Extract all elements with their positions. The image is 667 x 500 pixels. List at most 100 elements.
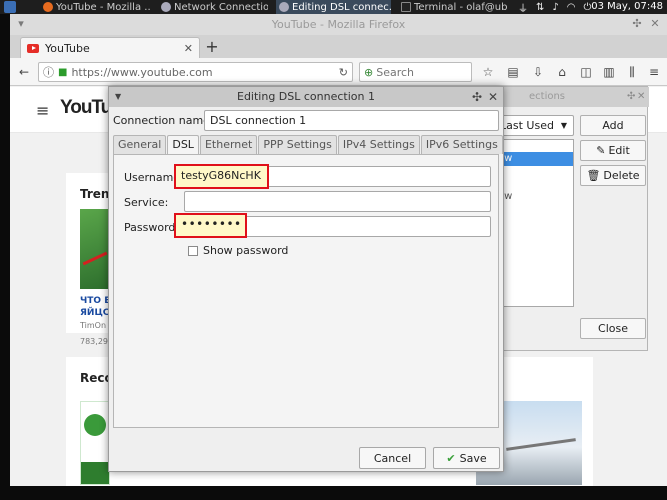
checkmark-icon: ✔ — [446, 451, 456, 465]
connection-list[interactable]: ow ow — [497, 139, 574, 307]
view-count: 783,29 — [80, 337, 108, 346]
lock-icon: ■ — [58, 66, 68, 78]
maximize-icon[interactable]: ✣ — [627, 87, 635, 107]
chevron-down-icon: ▼ — [560, 121, 567, 130]
clock: 03 May, 07:48 — [591, 1, 663, 12]
close-icon[interactable]: ✕ — [487, 87, 499, 107]
sort-value: Last Used — [500, 119, 554, 132]
new-tab-icon[interactable]: + — [202, 37, 222, 57]
pocket-icon[interactable]: ◫ — [578, 64, 594, 80]
window-title: YouTube - Mozilla Firefox — [271, 18, 406, 31]
settings-tabs: General DSL Ethernet PPP Settings IPv4 S… — [113, 135, 504, 155]
delete-button[interactable]: 🗑 Delete — [580, 165, 646, 186]
tab-ppp-settings[interactable]: PPP Settings — [258, 135, 337, 154]
list-item[interactable]: ow — [498, 190, 573, 204]
download-icon[interactable]: ⇩ — [530, 64, 546, 80]
url-bar[interactable]: ⓘ ■ https://www.youtube.com ↻ — [38, 62, 353, 82]
channel-name[interactable]: TimOn — [80, 321, 106, 330]
task-label: Terminal - olaf@ub... — [414, 1, 508, 13]
close-icon[interactable]: ✕ — [648, 17, 662, 31]
terminal-icon — [401, 2, 411, 12]
tab-close-icon[interactable]: ✕ — [184, 42, 193, 55]
task-youtube-firefox[interactable]: YouTube - Mozilla ... — [40, 0, 150, 14]
edit-button[interactable]: ✎ Edit — [580, 140, 646, 161]
list-item[interactable]: ow — [498, 152, 573, 166]
video-thumbnail[interactable] — [80, 209, 110, 289]
edit-connection-dialog: ▼ Editing DSL connection 1 ✣ ✕ Connectio… — [108, 86, 504, 472]
task-network-connections[interactable]: Network Connectio... — [158, 0, 268, 14]
network-icon — [279, 2, 289, 12]
sort-select[interactable]: Last Used ▼ — [497, 115, 574, 136]
hamburger-menu-icon[interactable]: ≡ — [36, 101, 49, 120]
library-icon[interactable]: ⫼ — [624, 64, 640, 80]
window-title: ections — [529, 91, 566, 102]
pencil-icon: ✎ — [596, 144, 606, 157]
bookmark-star-icon[interactable]: ☆ — [480, 64, 496, 80]
username-highlight: testyG86NcHK — [174, 164, 269, 189]
tab-ipv6-settings[interactable]: IPv6 Settings — [420, 135, 503, 154]
service-field[interactable] — [184, 191, 491, 212]
network-connections-titlebar: ections ✣ ✕ — [499, 87, 649, 107]
search-bar[interactable]: ⊕ — [359, 62, 472, 82]
show-password-label: Show password — [203, 244, 289, 257]
dialog-title: Editing DSL connection 1 — [237, 90, 375, 103]
password-label: Password: — [124, 221, 180, 234]
info-icon[interactable]: ⓘ — [43, 64, 54, 80]
firefox-icon — [43, 2, 53, 12]
menu-icon[interactable]: ≡ — [646, 64, 662, 80]
add-button[interactable]: Add — [580, 115, 646, 136]
network-connections-window: ections ✣ ✕ Last Used ▼ ow ow Add ✎ Edit… — [497, 86, 649, 351]
dialog-titlebar: ▼ Editing DSL connection 1 ✣ ✕ — [109, 87, 503, 107]
firefox-titlebar: YouTube - Mozilla Firefox ▾ ✣ ✕ — [10, 14, 667, 35]
search-input[interactable] — [376, 65, 457, 79]
wifi-icon[interactable]: ◠ — [567, 2, 576, 13]
task-terminal[interactable]: Terminal - olaf@ub... — [398, 0, 508, 14]
maximize-icon[interactable]: ✣ — [630, 17, 644, 31]
reload-icon[interactable]: ↻ — [339, 66, 348, 79]
reading-list-icon[interactable]: ▤ — [505, 64, 521, 80]
maximize-icon[interactable]: ✣ — [471, 87, 483, 107]
password-value: •••••••• — [181, 217, 242, 231]
url-text: https://www.youtube.com — [71, 65, 213, 79]
navigation-toolbar: ← ⓘ ■ https://www.youtube.com ↻ ⊕ ☆ ▤ ⇩ … — [10, 58, 667, 86]
task-label: Editing DSL connec... — [292, 1, 391, 13]
power-icon[interactable]: ⏻ — [584, 2, 592, 13]
app-menu-icon[interactable] — [4, 1, 16, 13]
tab-label: YouTube — [45, 41, 90, 55]
home-icon[interactable]: ⌂ — [554, 64, 570, 80]
tab-dsl[interactable]: DSL — [167, 135, 199, 155]
back-icon[interactable]: ← — [16, 64, 32, 80]
sidebar-icon[interactable]: ▥ — [601, 64, 617, 80]
volume-icon[interactable]: ♪ — [552, 2, 558, 13]
service-label: Service: — [124, 196, 169, 209]
task-label: YouTube - Mozilla ... — [56, 1, 150, 13]
power-plug-icon[interactable]: ⏚ — [518, 0, 528, 15]
tab-ipv4-settings[interactable]: IPv4 Settings — [337, 135, 420, 154]
window-menu-icon[interactable]: ▾ — [14, 17, 28, 31]
save-button[interactable]: ✔ Save — [433, 447, 500, 469]
window-menu-icon[interactable]: ▼ — [115, 87, 121, 107]
top-panel: YouTube - Mozilla ... Network Connectio.… — [0, 0, 667, 14]
dsl-tab-panel: Username: testyG86NcHK Service: Password… — [113, 154, 499, 428]
close-button[interactable]: Close — [580, 318, 646, 339]
video-title[interactable]: ЧТО Е ЯЙЦС — [80, 295, 110, 319]
cancel-button[interactable]: Cancel — [359, 447, 426, 469]
tab-general[interactable]: General — [113, 135, 167, 154]
trash-icon: 🗑 — [586, 169, 601, 182]
password-highlight: •••••••• — [174, 213, 247, 238]
task-label: Network Connectio... — [174, 1, 268, 13]
task-editing-dsl[interactable]: Editing DSL connec... — [276, 0, 391, 14]
recommended-thumbnail[interactable] — [80, 401, 110, 485]
connection-name-field[interactable] — [204, 110, 499, 131]
tab-ethernet[interactable]: Ethernet — [199, 135, 258, 154]
system-tray: ⏚ ⇅ ♪ ◠ ⏻ — [518, 0, 592, 15]
search-engine-icon[interactable]: ⊕ — [364, 66, 373, 79]
leaf-logo-icon — [84, 414, 106, 436]
close-icon[interactable]: ✕ — [637, 87, 645, 107]
show-password-checkbox[interactable]: Show password — [188, 244, 288, 257]
tab-strip: YouTube ✕ + — [10, 35, 667, 58]
checkbox-box[interactable] — [188, 245, 198, 256]
tab-youtube[interactable]: YouTube ✕ — [20, 37, 200, 58]
network-tray-icon[interactable]: ⇅ — [536, 2, 544, 13]
youtube-favicon-icon — [27, 43, 39, 53]
